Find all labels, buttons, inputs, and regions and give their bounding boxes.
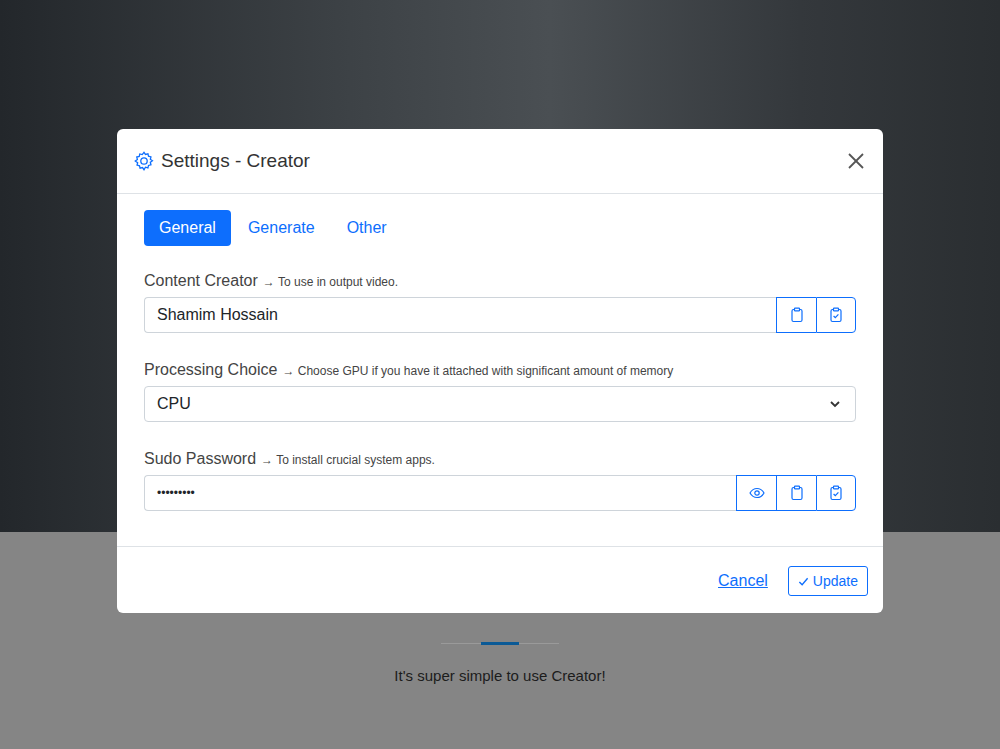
tab-bar: GeneralGenerateOther bbox=[144, 210, 856, 246]
form-field: Sudo Password → To install crucial system… bbox=[144, 450, 856, 511]
field-label: Processing Choice → Choose GPU if you hav… bbox=[144, 361, 856, 379]
processing-select[interactable]: CPU bbox=[144, 386, 856, 422]
text-input[interactable]: ••••••••• bbox=[144, 475, 736, 511]
chevron-down-icon bbox=[829, 398, 841, 410]
clipboard-icon bbox=[789, 485, 805, 501]
clipboard-icon bbox=[789, 307, 805, 323]
divider-accent bbox=[481, 642, 519, 645]
tab[interactable]: General bbox=[144, 210, 231, 246]
dialog-footer: Cancel Update bbox=[117, 546, 883, 613]
label-text: Sudo Password bbox=[144, 450, 256, 468]
input-group: ••••••••• bbox=[144, 475, 856, 511]
copy-button[interactable] bbox=[776, 297, 816, 333]
label-hint: → To install crucial system apps. bbox=[261, 453, 435, 467]
page: It's super simple to use Creator! Setting… bbox=[0, 0, 1000, 749]
input-group: Shamim Hossain bbox=[144, 297, 856, 333]
paste-button[interactable] bbox=[816, 297, 856, 333]
paste-button[interactable] bbox=[816, 475, 856, 511]
field-label: Content Creator → To use in output video. bbox=[144, 272, 856, 290]
form-field: Content Creator → To use in output video.… bbox=[144, 272, 856, 333]
cancel-link[interactable]: Cancel bbox=[718, 572, 768, 590]
section-divider bbox=[441, 642, 559, 645]
label-hint: → To use in output video. bbox=[263, 275, 398, 289]
update-label: Update bbox=[813, 573, 858, 589]
label-hint: → Choose GPU if you have it attached wit… bbox=[282, 364, 673, 378]
clipboard-check-icon bbox=[828, 307, 844, 323]
text-input[interactable]: Shamim Hossain bbox=[144, 297, 776, 333]
clipboard-check-icon bbox=[828, 485, 844, 501]
settings-dialog: Settings - Creator GeneralGenerateOther Co… bbox=[117, 129, 883, 613]
copy-button[interactable] bbox=[776, 475, 816, 511]
eye-icon bbox=[749, 485, 765, 501]
label-text: Processing Choice bbox=[144, 361, 277, 379]
tagline: It's super simple to use Creator! bbox=[394, 667, 605, 684]
dialog-body: GeneralGenerateOther Content Creator → To … bbox=[117, 194, 883, 546]
select-value: CPU bbox=[157, 395, 191, 413]
show-password-button[interactable] bbox=[736, 475, 776, 511]
gear-icon bbox=[133, 150, 155, 172]
dialog-header: Settings - Creator bbox=[117, 129, 883, 194]
divider-line bbox=[441, 643, 481, 644]
close-button[interactable] bbox=[843, 148, 869, 174]
label-text: Content Creator bbox=[144, 272, 258, 290]
dialog-title: Settings - Creator bbox=[161, 150, 837, 172]
divider-line bbox=[519, 643, 559, 644]
form-field: Processing Choice → Choose GPU if you hav… bbox=[144, 361, 856, 422]
field-label: Sudo Password → To install crucial system… bbox=[144, 450, 856, 468]
check-icon bbox=[798, 576, 809, 587]
tab[interactable]: Generate bbox=[233, 210, 330, 246]
tab[interactable]: Other bbox=[332, 210, 402, 246]
update-button[interactable]: Update bbox=[788, 566, 868, 596]
close-icon bbox=[847, 152, 865, 170]
